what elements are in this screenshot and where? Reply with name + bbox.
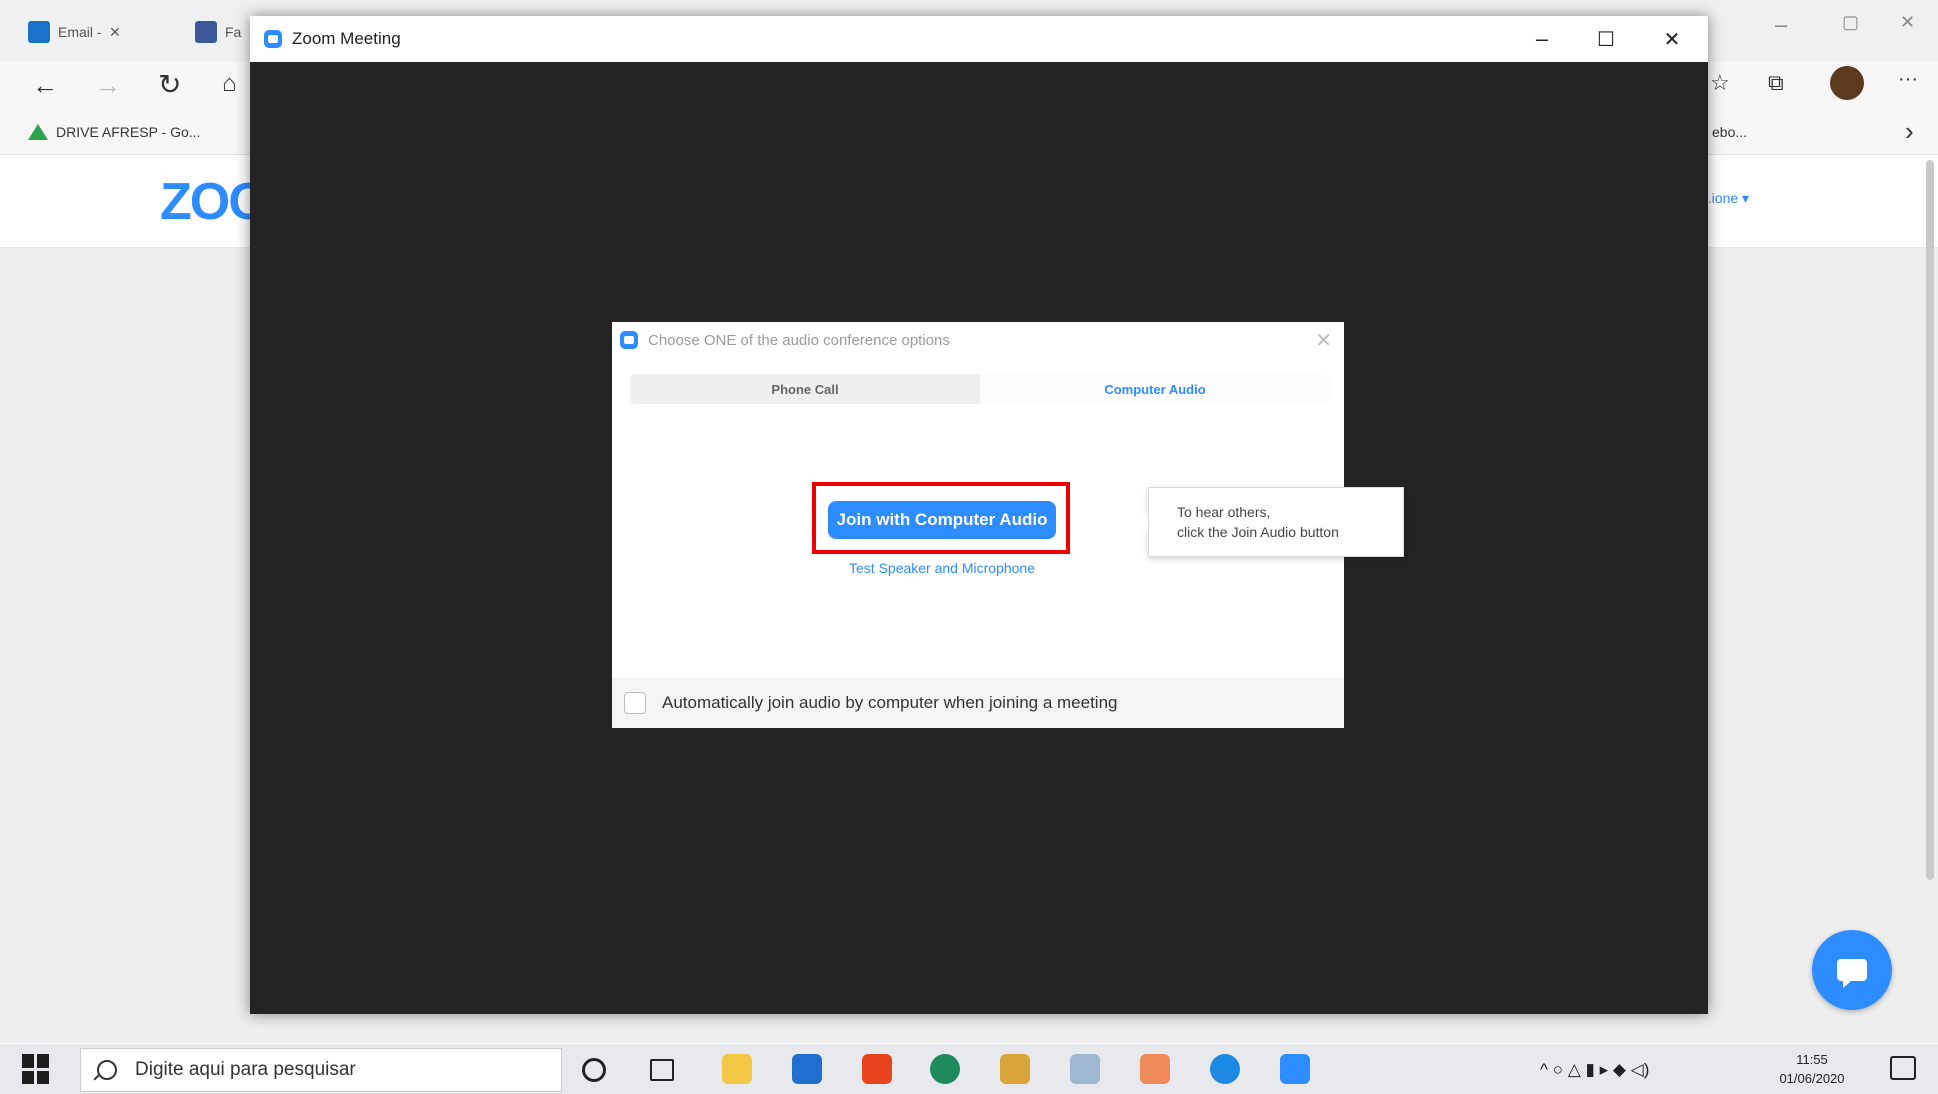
zoom-minimize-button[interactable]: – (1512, 16, 1572, 62)
skype-icon[interactable] (1210, 1054, 1240, 1084)
collections-icon[interactable]: ⧉ (1768, 70, 1784, 96)
page-scrollbar[interactable] (1926, 160, 1934, 880)
chat-button[interactable] (1812, 930, 1892, 1010)
back-arrow-icon[interactable]: ← (32, 70, 58, 101)
tooltip-line-1: To hear others, (1177, 504, 1271, 520)
browser-maximize-button[interactable]: ▢ (1842, 12, 1859, 33)
taskbar-clock[interactable]: 11:55 01/06/2020 (1772, 1050, 1852, 1088)
auto-join-row: Automatically join audio by computer whe… (612, 678, 1344, 728)
edge-icon[interactable] (930, 1054, 960, 1084)
auto-join-checkbox[interactable] (624, 692, 646, 714)
photos-icon[interactable] (1000, 1054, 1030, 1084)
chat-icon (1837, 959, 1867, 988)
notification-center-icon[interactable] (1890, 1056, 1916, 1080)
zoom-icon[interactable] (1280, 1054, 1310, 1084)
join-audio-tooltip: To hear others, click the Join Audio but… (1138, 487, 1404, 557)
bookmark-label: DRIVE AFRESP - Go... (56, 124, 201, 140)
task-view-icon[interactable] (650, 1059, 674, 1081)
browser-tab-facebook[interactable]: Fa (195, 10, 241, 54)
bookmark-right[interactable]: ebo... (1712, 124, 1747, 140)
taskbar-search-input[interactable]: Digite aqui para pesquisar (80, 1048, 562, 1092)
search-icon (97, 1060, 117, 1080)
home-icon[interactable]: ⌂ (222, 70, 237, 98)
zoom-app-icon (264, 30, 282, 48)
dialog-close-icon[interactable]: ✕ (1315, 328, 1332, 353)
profile-avatar[interactable] (1830, 66, 1864, 100)
close-tab-icon[interactable]: × (110, 22, 121, 43)
audio-tab-group: Phone Call Computer Audio (630, 374, 1330, 404)
dialog-title: Choose ONE of the audio conference optio… (648, 331, 950, 349)
file-explorer-icon[interactable] (722, 1054, 752, 1084)
windows-taskbar: Digite aqui para pesquisar ^ ○ △ ▮ ▸ ◆ ◁… (0, 1044, 1938, 1094)
zoom-app-icon (620, 331, 638, 349)
browser-tab-label: Email - (58, 24, 102, 40)
clock-time: 11:55 (1796, 1052, 1828, 1067)
notes-icon[interactable] (1070, 1054, 1100, 1084)
browser-tab-label: Fa (225, 24, 242, 40)
browser-minimize-button[interactable]: – (1775, 12, 1787, 38)
mail-icon[interactable] (792, 1054, 822, 1084)
chevron-right-icon[interactable]: › (1905, 116, 1914, 147)
browser-close-button[interactable]: ✕ (1900, 12, 1915, 33)
windows-start-button[interactable] (22, 1054, 52, 1084)
favorites-icon[interactable]: ☆ (1710, 70, 1730, 96)
system-tray[interactable]: ^ ○ △ ▮ ▸ ◆ ◁) (1540, 1050, 1649, 1090)
google-drive-icon (28, 124, 48, 140)
powerpoint-icon[interactable] (1140, 1054, 1170, 1084)
search-placeholder: Digite aqui para pesquisar (135, 1059, 356, 1080)
auto-join-label: Automatically join audio by computer whe… (662, 693, 1118, 712)
browser-tab-email[interactable]: Email - × (28, 10, 120, 54)
zoom-window-title: Zoom Meeting (292, 29, 401, 48)
outlook-icon (28, 21, 50, 43)
forward-arrow-icon[interactable]: → (95, 70, 121, 101)
tab-phone-call[interactable]: Phone Call (630, 374, 980, 404)
test-speaker-microphone-link[interactable]: Test Speaker and Microphone (792, 560, 1092, 576)
cortana-icon[interactable] (582, 1058, 606, 1082)
facebook-icon (195, 21, 217, 43)
zoom-titlebar: Zoom Meeting – ☐ ✕ (250, 16, 1708, 62)
zoom-maximize-button[interactable]: ☐ (1576, 16, 1636, 62)
more-menu-icon[interactable]: ··· (1898, 68, 1918, 91)
join-computer-audio-button[interactable]: Join with Computer Audio (828, 501, 1056, 539)
zoom-close-button[interactable]: ✕ (1642, 16, 1702, 62)
clock-date: 01/06/2020 (1779, 1071, 1845, 1086)
bookmark-drive[interactable]: DRIVE AFRESP - Go... (28, 124, 200, 140)
refresh-icon[interactable]: ↻ (158, 68, 181, 101)
tooltip-line-2: click the Join Audio button (1177, 524, 1339, 540)
tab-computer-audio[interactable]: Computer Audio (980, 374, 1330, 404)
dialog-header: Choose ONE of the audio conference optio… (612, 322, 1344, 358)
office-icon[interactable] (862, 1054, 892, 1084)
